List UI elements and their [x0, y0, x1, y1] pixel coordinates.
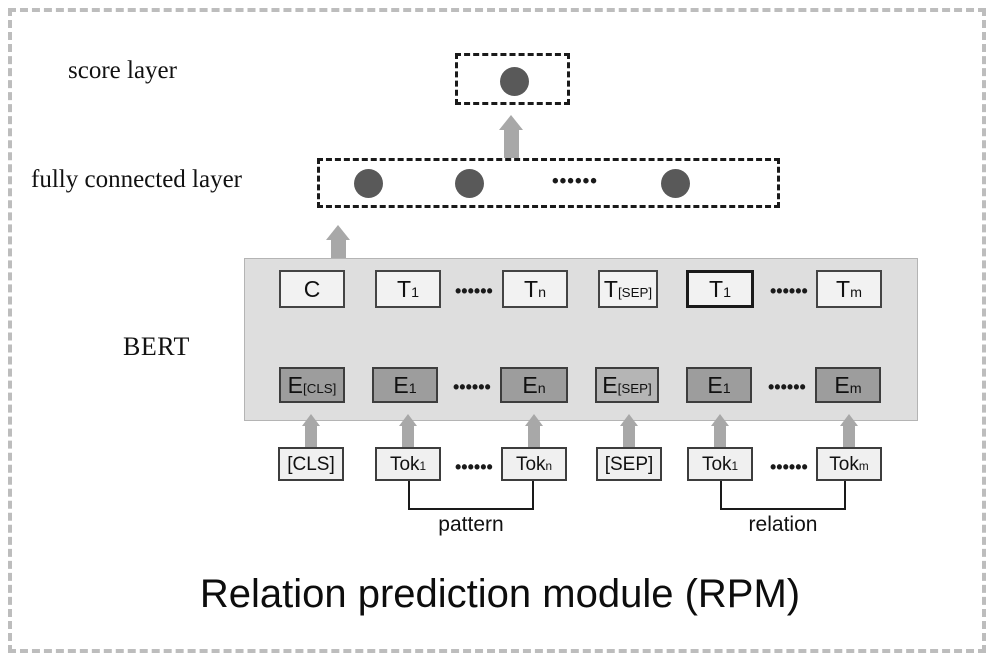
bert-output-ellipsis: •••••• [455, 281, 493, 301]
token-cell: Tok m [816, 447, 882, 481]
fc-ellipsis: •••••• [552, 171, 598, 192]
bert-embedding-cell: E1 [686, 367, 752, 403]
token-cell: [SEP] [596, 447, 662, 481]
bert-embedding-ellipsis: •••••• [453, 377, 491, 397]
cell-text: E [707, 371, 723, 398]
cell-text: T [603, 275, 618, 302]
cell-text: T [836, 275, 851, 302]
cell-text: Tok [389, 453, 420, 475]
bert-label: BERT [123, 332, 190, 361]
token-ellipsis: •••••• [770, 457, 808, 477]
bert-output-cell: T [SEP] [598, 270, 658, 308]
relation-bracket-label: relation [748, 513, 818, 536]
relation-bracket [720, 481, 846, 510]
cell-text: C [303, 275, 321, 302]
fc-node [455, 169, 484, 198]
bert-output-ellipsis: •••••• [770, 281, 808, 301]
bert-output-cell: Tn [502, 270, 568, 308]
bert-output-cell: Tm [816, 270, 882, 308]
cell-text: E [602, 371, 618, 398]
cell-text: Tok [701, 453, 732, 475]
cell-text: E [393, 371, 409, 398]
bert-embedding-cell: Em [815, 367, 881, 403]
token-cell: Tok n [501, 447, 567, 481]
cell-text: [CLS] [287, 453, 335, 475]
score-layer-node [500, 67, 529, 96]
cell-text: [SEP] [604, 453, 654, 475]
token-ellipsis: •••••• [455, 457, 493, 477]
fully-connected-layer-label: fully connected layer [31, 166, 243, 193]
module-title: Relation prediction module (RPM) [199, 572, 801, 616]
cell-text: Tok [829, 453, 859, 475]
cell-text: T [524, 275, 539, 302]
token-cell: [CLS] [278, 447, 344, 481]
fully-connected-layer-box: •••••• [317, 158, 780, 208]
bert-embedding-cell: E [SEP] [595, 367, 659, 403]
cell-text: T [709, 275, 724, 302]
cell-text: Tok [515, 453, 546, 475]
cell-text: E [834, 371, 850, 398]
cell-text: E [522, 371, 538, 398]
fc-node [354, 169, 383, 198]
bert-embedding-cell: E [CLS] [279, 367, 345, 403]
cell-text: E [287, 371, 303, 398]
diagram-canvas: score layer fully connected layer ••••••… [0, 0, 1000, 665]
score-layer-box [455, 53, 570, 105]
bert-embedding-cell: E1 [372, 367, 438, 403]
bert-output-cell: C [279, 270, 345, 308]
pattern-bracket-label: pattern [438, 513, 504, 536]
token-cell: Tok 1 [687, 447, 753, 481]
pattern-bracket [408, 481, 534, 510]
cell-text: T [397, 275, 412, 302]
fc-node [661, 169, 690, 198]
token-cell: Tok 1 [375, 447, 441, 481]
bert-output-cell-emphasized: T1 [686, 270, 754, 308]
bert-output-cell: T1 [375, 270, 441, 308]
bert-embedding-cell: En [500, 367, 568, 403]
bert-embedding-ellipsis: •••••• [768, 377, 806, 397]
score-layer-label: score layer [68, 57, 177, 84]
